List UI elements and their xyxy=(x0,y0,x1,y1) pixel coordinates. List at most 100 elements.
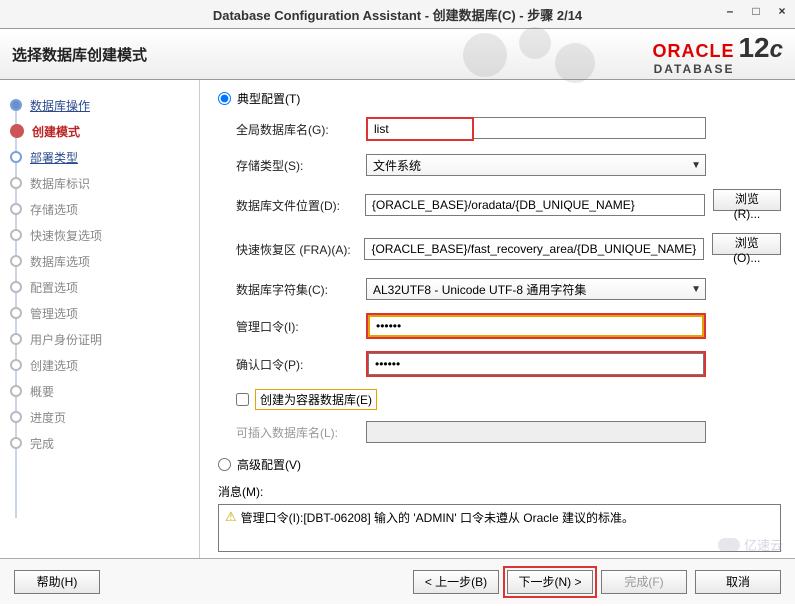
window-controls: – □ × xyxy=(723,4,789,18)
chevron-down-icon: ▼ xyxy=(691,284,701,295)
step-deploy-type[interactable]: 部署类型 xyxy=(10,144,191,170)
step-dot-icon xyxy=(10,151,22,163)
step-storage-options: 存储选项 xyxy=(10,196,191,222)
step-fast-recovery: 快速恢复选项 xyxy=(10,222,191,248)
global-db-name-input[interactable] xyxy=(368,119,472,139)
step-dot-icon xyxy=(10,385,22,397)
typical-config-radio[interactable] xyxy=(218,92,231,105)
oracle-version-suffix: c xyxy=(770,36,783,63)
step-label: 概要 xyxy=(30,383,54,400)
window-minimize-button[interactable]: – xyxy=(723,4,737,18)
db-file-location-input[interactable] xyxy=(365,194,705,216)
oracle-logo: ORACLE DATABASE 12c xyxy=(652,32,783,76)
back-button[interactable]: < 上一步(B) xyxy=(413,570,499,594)
message-text: 管理口令(I):[DBT-06208] 输入的 'ADMIN' 口令未遵从 Or… xyxy=(241,509,634,526)
chevron-down-icon: ▼ xyxy=(691,160,701,171)
oracle-database-text: DATABASE xyxy=(652,62,734,76)
step-dot-icon xyxy=(10,255,22,267)
label-pluggable-db: 可插入数据库名(L): xyxy=(236,424,366,441)
gear-decoration-icon xyxy=(455,23,625,87)
step-dot-icon xyxy=(10,99,22,111)
step-dot-icon xyxy=(10,124,24,138)
step-label: 管理选项 xyxy=(30,305,78,322)
window-titlebar: Database Configuration Assistant - 创建数据库… xyxy=(0,0,795,28)
page-title: 选择数据库创建模式 xyxy=(12,44,147,65)
step-create-mode: 创建模式 xyxy=(10,118,191,144)
step-label: 快速恢复选项 xyxy=(30,227,102,244)
nav-buttons: < 上一步(B) 下一步(N) > 完成(F) 取消 xyxy=(413,570,781,594)
storage-type-select[interactable]: 文件系统 ▼ xyxy=(366,154,706,176)
step-config-options: 配置选项 xyxy=(10,274,191,300)
step-label: 进度页 xyxy=(30,409,66,426)
pluggable-db-input xyxy=(366,421,706,443)
browse-fra-button[interactable]: 浏览(O)... xyxy=(712,233,781,255)
label-db-file-location: 数据库文件位置(D): xyxy=(236,197,365,214)
row-global-db-name: 全局数据库名(G): xyxy=(236,117,781,141)
step-dot-icon xyxy=(10,177,22,189)
cancel-button[interactable]: 取消 xyxy=(695,570,781,594)
label-global-db-name: 全局数据库名(G): xyxy=(236,121,366,138)
fra-input[interactable] xyxy=(364,238,704,260)
step-label[interactable]: 部署类型 xyxy=(30,149,78,166)
step-management-options: 管理选项 xyxy=(10,300,191,326)
charset-select[interactable]: AL32UTF8 - Unicode UTF-8 通用字符集 ▼ xyxy=(366,278,706,300)
header-banner: 选择数据库创建模式 ORACLE DATABASE 12c xyxy=(0,28,795,80)
step-db-identity: 数据库标识 xyxy=(10,170,191,196)
browse-db-file-button[interactable]: 浏览(R)... xyxy=(713,189,781,211)
step-database-operation[interactable]: 数据库操作 xyxy=(10,92,191,118)
container-db-checkbox[interactable] xyxy=(236,393,249,406)
row-storage-type: 存储类型(S): 文件系统 ▼ xyxy=(236,153,781,177)
window-title: Database Configuration Assistant - 创建数据库… xyxy=(213,5,582,24)
cloud-icon xyxy=(718,538,740,552)
finish-button: 完成(F) xyxy=(601,570,687,594)
step-dot-icon xyxy=(10,359,22,371)
label-container-db[interactable]: 创建为容器数据库(E) xyxy=(255,389,377,410)
row-admin-password: 管理口令(I): xyxy=(236,313,781,339)
wizard-sidebar: 数据库操作 创建模式 部署类型 数据库标识 存储选项 快速恢复选项 数据库选项 … xyxy=(0,80,200,558)
warning-icon: ⚠ xyxy=(225,509,237,525)
row-pluggable-db: 可插入数据库名(L): xyxy=(236,420,781,444)
admin-password-input[interactable] xyxy=(368,315,704,337)
label-charset: 数据库字符集(C): xyxy=(236,281,366,298)
step-label: 用户身份证明 xyxy=(30,331,102,348)
step-dot-icon xyxy=(10,229,22,241)
window-close-button[interactable]: × xyxy=(775,4,789,18)
row-fra: 快速恢复区 (FRA)(A): 浏览(O)... xyxy=(236,233,781,265)
pluggable-row-grid: 可插入数据库名(L): xyxy=(236,420,781,444)
step-dot-icon xyxy=(10,203,22,215)
label-admin-password: 管理口令(I): xyxy=(236,318,366,335)
step-summary: 概要 xyxy=(10,378,191,404)
typical-config-label[interactable]: 典型配置(T) xyxy=(237,90,300,107)
advanced-config-radio-row: 高级配置(V) xyxy=(218,456,781,473)
label-messages: 消息(M): xyxy=(218,483,781,500)
step-label: 数据库标识 xyxy=(30,175,90,192)
step-label: 完成 xyxy=(30,435,54,452)
step-label: 存储选项 xyxy=(30,201,78,218)
step-dot-icon xyxy=(10,307,22,319)
row-confirm-password: 确认口令(P): xyxy=(236,351,781,377)
watermark: 亿速云 xyxy=(718,535,783,554)
step-dot-icon xyxy=(10,411,22,423)
step-label: 数据库选项 xyxy=(30,253,90,270)
typical-config-radio-row: 典型配置(T) xyxy=(218,90,781,107)
messages-box[interactable]: ⚠ 管理口令(I):[DBT-06208] 输入的 'ADMIN' 口令未遵从 … xyxy=(218,504,781,552)
step-dot-icon xyxy=(10,333,22,345)
next-button[interactable]: 下一步(N) > xyxy=(507,570,593,594)
oracle-brand-text: ORACLE xyxy=(652,41,734,61)
step-progress: 进度页 xyxy=(10,404,191,430)
advanced-config-label[interactable]: 高级配置(V) xyxy=(237,456,301,473)
step-label[interactable]: 数据库操作 xyxy=(30,97,90,114)
window-maximize-button[interactable]: □ xyxy=(749,4,763,18)
step-label: 配置选项 xyxy=(30,279,78,296)
step-dot-icon xyxy=(10,281,22,293)
oracle-version: 12 xyxy=(738,32,769,63)
confirm-password-input[interactable] xyxy=(368,353,704,375)
typical-form-grid: 全局数据库名(G): 存储类型(S): 文件系统 ▼ 数据库文件位置(D): xyxy=(236,117,781,377)
advanced-config-radio[interactable] xyxy=(218,458,231,471)
watermark-text: 亿速云 xyxy=(744,535,783,554)
help-button[interactable]: 帮助(H) xyxy=(14,570,100,594)
step-db-options: 数据库选项 xyxy=(10,248,191,274)
step-user-credentials: 用户身份证明 xyxy=(10,326,191,352)
step-label: 创建模式 xyxy=(32,123,80,140)
step-create-options: 创建选项 xyxy=(10,352,191,378)
